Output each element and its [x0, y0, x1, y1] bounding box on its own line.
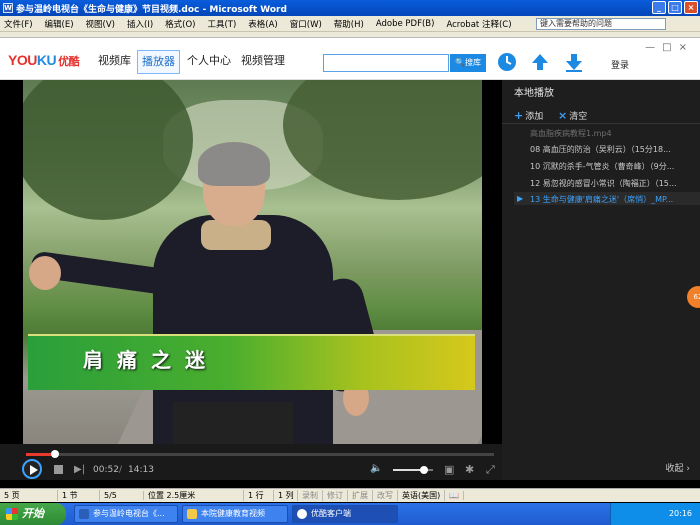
playlist-actions: + 添加 × 清空: [502, 106, 700, 124]
windows-logo-icon: [6, 508, 18, 520]
list-item-active[interactable]: 13 生命与健康'肩痛之迷'（席悄）_MP...: [530, 194, 695, 205]
next-icon: ▶|: [74, 464, 86, 475]
status-column: 1 列: [274, 490, 298, 501]
youku-header: YOUKU 优酷 视频库 播放器 个人中心 视频管理 🔍搜库 登录 —□×: [0, 38, 700, 80]
word-app-icon: W: [3, 3, 13, 13]
folder-icon: [187, 509, 197, 519]
nav-video-library[interactable]: 视频库: [94, 50, 135, 74]
youku-window-controls[interactable]: —□×: [645, 42, 694, 53]
start-button[interactable]: 开始: [0, 503, 66, 525]
local-playlist-panel: 本地播放 + 添加 × 清空 ▶ 高血脂疾病教程1.mp4 08 高血压的防治（吴利…: [502, 80, 700, 480]
search-input[interactable]: [323, 54, 449, 72]
search-icon: 🔍: [455, 58, 465, 67]
floating-badge[interactable]: 62: [687, 286, 700, 308]
nav-player[interactable]: 播放器: [137, 50, 180, 74]
video-frame[interactable]: 肩痛之迷: [23, 80, 482, 444]
spelling-icon[interactable]: 📖: [445, 491, 465, 500]
status-position: 位置 2.5厘米: [144, 490, 244, 501]
status-track-changes[interactable]: 修订: [323, 490, 348, 501]
list-item[interactable]: 高血脂疾病教程1.mp4: [530, 128, 695, 139]
taskbar: 开始 参与温岭电视台《... 本院健康教育视频 优酷客户端 20:16: [0, 503, 700, 525]
play-icon: [30, 465, 38, 475]
clock: 20:16: [668, 509, 692, 518]
volume-slider[interactable]: [393, 466, 433, 474]
status-overtype[interactable]: 改写: [373, 490, 398, 501]
menu-file[interactable]: 文件(F): [4, 18, 33, 30]
system-tray: 20:16: [610, 503, 700, 525]
menu-window[interactable]: 窗口(W): [290, 18, 322, 30]
list-item[interactable]: 08 高血压的防治（吴利云）（15分18...: [530, 144, 695, 155]
volume-handle[interactable]: [420, 466, 429, 474]
nav-video-management[interactable]: 视频管理: [237, 50, 289, 74]
video-caption: 肩痛之迷: [83, 348, 219, 372]
nav-personal-center[interactable]: 个人中心: [183, 50, 235, 74]
menu-format[interactable]: 格式(O): [165, 18, 195, 30]
word-status-bar: 5 页 1 节 5/5 位置 2.5厘米 1 行 1 列 录制 修订 扩展 改写…: [0, 488, 700, 502]
status-line: 1 行: [244, 490, 274, 501]
word-window-title: 参与温岭电视台《生命与健康》节目视频.doc - Microsoft Word: [16, 4, 287, 15]
taskbar-task-word[interactable]: 参与温岭电视台《...: [74, 505, 178, 523]
youku-icon: [297, 509, 307, 519]
help-search-input[interactable]: 键入需要帮助的问题: [536, 18, 666, 30]
status-page: 5 页: [0, 490, 58, 501]
list-item[interactable]: 10 沉默的杀手-气管炎（曹奇峰）（9分...: [530, 161, 695, 172]
playlist-title: 本地播放: [514, 88, 554, 99]
menu-acrobat-comments[interactable]: Acrobat 注释(C): [446, 18, 511, 30]
maximize-button[interactable]: □: [668, 1, 682, 14]
status-pages: 5/5: [100, 491, 144, 500]
next-button[interactable]: ▶|: [74, 464, 85, 475]
menu-edit[interactable]: 编辑(E): [45, 18, 74, 30]
word-icon: [79, 509, 89, 519]
login-link[interactable]: 登录: [611, 58, 629, 71]
status-language: 英语(美国): [398, 490, 446, 501]
menu-table[interactable]: 表格(A): [248, 18, 277, 30]
total-time: 14:13: [128, 465, 154, 475]
status-extend[interactable]: 扩展: [348, 490, 373, 501]
taskbar-task-folder[interactable]: 本院健康教育视频: [182, 505, 288, 523]
screen-mode-icon[interactable]: ▣: [444, 463, 454, 476]
plus-icon: +: [514, 109, 524, 122]
progress-handle[interactable]: [51, 450, 60, 458]
fullscreen-icon[interactable]: ⤢: [486, 463, 495, 477]
player-controls: ▶| 00:52 / 14:13 🔈 ▣ ✱ ⤢: [0, 444, 502, 480]
video-player[interactable]: 肩痛之迷: [0, 80, 502, 444]
video-person-legs: [173, 402, 293, 444]
stop-button[interactable]: [54, 465, 63, 474]
playlist-add-button[interactable]: + 添加: [514, 109, 543, 122]
close-button[interactable]: ×: [684, 1, 698, 14]
taskbar-task-youku[interactable]: 优酷客户端: [292, 505, 398, 523]
video-scene-tree: [23, 80, 193, 220]
upload-icon[interactable]: [530, 52, 550, 72]
current-time: 00:52: [93, 465, 119, 475]
status-section: 1 节: [58, 490, 100, 501]
word-title-bar: W 参与温岭电视台《生命与健康》节目视频.doc - Microsoft Wor…: [0, 0, 700, 16]
volume-icon[interactable]: 🔈: [370, 463, 382, 474]
youku-logo: YOUKU 优酷: [8, 52, 80, 68]
menu-help[interactable]: 帮助(H): [334, 18, 364, 30]
menu-view[interactable]: 视图(V): [86, 18, 115, 30]
playlist-clear-button[interactable]: × 清空: [558, 109, 587, 122]
video-scene-tree: [283, 80, 482, 200]
menu-insert[interactable]: 插入(I): [127, 18, 153, 30]
x-icon: ×: [558, 109, 568, 122]
history-icon[interactable]: [497, 52, 517, 72]
list-item[interactable]: 12 易忽视的感冒小常识（陶福正）（15...: [530, 178, 695, 189]
download-icon[interactable]: [564, 52, 584, 72]
video-person-hair: [198, 142, 270, 186]
video-person-hand: [29, 256, 61, 290]
time-separator: /: [119, 465, 123, 475]
collapse-button[interactable]: 收起 ›: [666, 461, 691, 474]
settings-icon[interactable]: ✱: [465, 463, 474, 476]
playing-indicator-icon: ▶: [517, 194, 524, 203]
menu-tools[interactable]: 工具(T): [207, 18, 236, 30]
search-button[interactable]: 🔍搜库: [450, 54, 486, 72]
progress-bar[interactable]: [26, 450, 494, 458]
menu-adobe-pdf[interactable]: Adobe PDF(B): [376, 19, 435, 29]
minimize-button[interactable]: _: [652, 1, 666, 14]
play-button[interactable]: [22, 459, 42, 479]
chevron-right-icon: ›: [686, 464, 690, 474]
status-record[interactable]: 录制: [298, 490, 323, 501]
